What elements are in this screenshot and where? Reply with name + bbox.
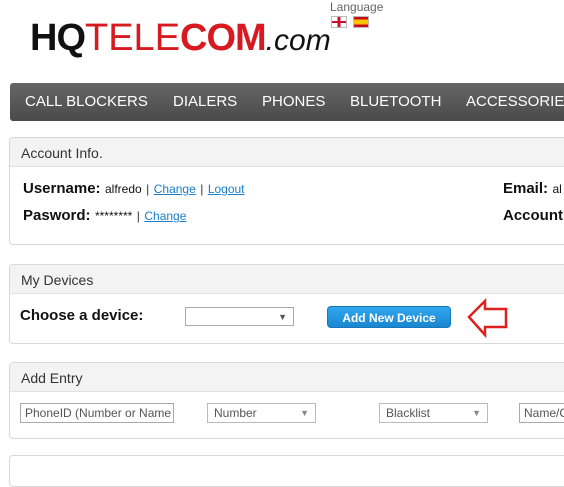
language-label: Language (330, 0, 384, 14)
arrow-left-icon (467, 297, 508, 339)
panel-title: Account Info. (21, 145, 103, 161)
list-type-select-value: Blacklist (386, 406, 431, 420)
change-username-link[interactable]: Change (154, 182, 196, 196)
account-row: Account (503, 207, 563, 225)
next-panel (9, 455, 564, 487)
email-value: al (552, 182, 562, 196)
name-input[interactable]: Name/C (519, 403, 564, 423)
panel-header: My Devices (10, 265, 564, 294)
add-entry-panel: Add Entry (9, 362, 564, 439)
list-type-select[interactable]: Blacklist ▼ (379, 403, 488, 423)
nav-item-accessories[interactable]: ACCESSORIES (466, 93, 564, 110)
logout-link[interactable]: Logout (208, 182, 245, 196)
device-select[interactable]: ▼ (185, 307, 294, 326)
email-label: Email: (503, 180, 549, 197)
site-logo[interactable]: HQTELECOM.com (30, 17, 331, 63)
separator: | (200, 182, 204, 196)
nav-item-call-blockers[interactable]: CALL BLOCKERS (25, 93, 148, 110)
number-type-select-value: Number (214, 406, 257, 420)
uk-flag-icon[interactable] (331, 16, 347, 28)
choose-device-label: Choose a device: (20, 307, 144, 324)
panel-title: Add Entry (21, 370, 83, 386)
password-row: Pasword: ******** | Change (23, 207, 186, 225)
change-password-link[interactable]: Change (144, 209, 186, 223)
add-new-device-button[interactable]: Add New Device (327, 306, 451, 328)
chevron-down-icon: ▼ (472, 408, 481, 418)
username-label: Username: (23, 180, 101, 197)
panel-header: Account Info. (10, 138, 564, 167)
panel-header: Add Entry (10, 363, 564, 392)
separator: | (136, 209, 140, 223)
panel-title: My Devices (21, 272, 94, 288)
password-label: Pasword: (23, 207, 91, 224)
account-label: Account (503, 207, 563, 224)
email-row: Email: al (503, 180, 562, 198)
username-row: Username: alfredo | Change | Logout (23, 180, 245, 198)
phoneid-input[interactable]: PhoneID (Number or Name (20, 403, 174, 423)
nav-item-phones[interactable]: PHONES (262, 93, 325, 110)
nav-item-dialers[interactable]: DIALERS (173, 93, 237, 110)
nav-item-bluetooth[interactable]: BLUETOOTH (350, 93, 441, 110)
spain-flag-icon[interactable] (353, 16, 369, 28)
main-nav: CALL BLOCKERS DIALERS PHONES BLUETOOTH A… (10, 83, 564, 121)
chevron-down-icon: ▼ (278, 312, 287, 322)
separator: | (146, 182, 150, 196)
username-value: alfredo (105, 182, 142, 196)
password-value: ******** (94, 209, 133, 223)
chevron-down-icon: ▼ (300, 408, 309, 418)
number-type-select[interactable]: Number ▼ (207, 403, 316, 423)
